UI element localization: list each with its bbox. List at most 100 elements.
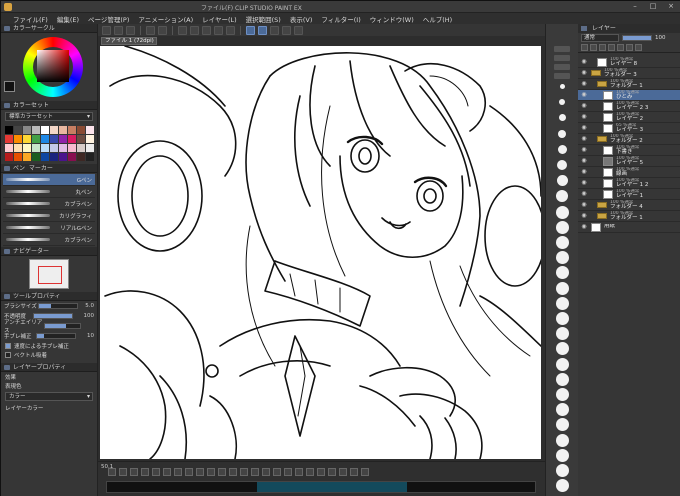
subtool-tab-pen[interactable]: ペン (13, 165, 25, 172)
eraser-tool-icon[interactable] (152, 468, 160, 476)
visibility-eye-icon[interactable]: ◉ (580, 58, 588, 66)
property-checkbox-row[interactable]: ベクトル吸着 (1, 350, 97, 359)
brush-size-preset[interactable] (555, 312, 569, 325)
color-swatch[interactable] (50, 126, 58, 134)
airbrush-tool-icon[interactable] (141, 468, 149, 476)
brush-size-preset[interactable] (555, 388, 569, 401)
layer-row[interactable]: ◉ 100 %通常 レイヤー 8 (578, 57, 680, 68)
brush-size-preset[interactable] (555, 205, 569, 219)
brush-size-preset[interactable] (558, 129, 566, 138)
layer-row[interactable]: ◉ 100 %通常 フォルダー 1 (578, 211, 680, 222)
color-swatch[interactable] (5, 153, 13, 161)
ruler-layer-icon[interactable] (626, 44, 633, 51)
color-swatch[interactable] (59, 135, 67, 143)
blend-tool-icon[interactable] (328, 468, 336, 476)
layer-row[interactable]: ◉ 100 %通常 レイヤー 1 2 (578, 178, 680, 189)
document-tab[interactable]: ファイル 1 (72dpi) (101, 37, 157, 45)
color-swatch[interactable] (68, 144, 76, 152)
menu-item[interactable]: 表示(V) (290, 14, 313, 24)
color-swatch[interactable] (77, 153, 85, 161)
visibility-eye-icon[interactable]: ◉ (580, 157, 588, 165)
balloon-tool-icon[interactable] (295, 468, 303, 476)
expression-color-select[interactable]: カラー (5, 392, 93, 401)
color-swatch[interactable] (41, 135, 49, 143)
menu-item[interactable]: 編集(E) (57, 14, 79, 24)
color-swatch[interactable] (41, 153, 49, 161)
property-checkbox-row[interactable]: 速度による手ブレ補正 (1, 341, 97, 350)
brush-size-preset[interactable] (555, 448, 569, 462)
layer-panel-header[interactable]: レイヤー (578, 24, 680, 33)
save-icon[interactable] (126, 25, 135, 35)
new-file-icon[interactable] (102, 25, 111, 35)
snap-special-icon[interactable] (294, 25, 303, 35)
brush-size-preset[interactable] (556, 190, 568, 203)
visibility-eye-icon[interactable]: ◉ (580, 91, 588, 99)
menu-item[interactable]: フィルター(I) (321, 14, 360, 24)
layer-row[interactable]: ◉ 100 %通常 レイヤー 5 (578, 156, 680, 167)
property-slider[interactable] (38, 303, 79, 309)
navigator-thumbnail[interactable] (29, 259, 69, 289)
visibility-eye-icon[interactable]: ◉ (580, 135, 588, 143)
color-swatch[interactable] (14, 153, 22, 161)
figure-tool-icon[interactable] (306, 468, 314, 476)
layer-row[interactable]: ◉ 100 %通常 レイヤー 2 (578, 112, 680, 123)
pencil-tool-icon[interactable] (119, 468, 127, 476)
checkbox[interactable] (5, 342, 11, 349)
color-swatch[interactable] (5, 144, 13, 152)
brush-size-preset[interactable] (555, 342, 569, 356)
layer-row[interactable]: ◉ 用紙 (578, 222, 680, 233)
zoom-tool-icon[interactable] (229, 468, 237, 476)
ruler-tool-icon[interactable] (273, 468, 281, 476)
saturation-value-square[interactable] (37, 50, 69, 82)
color-swatch[interactable] (14, 135, 22, 143)
color-swatch[interactable] (23, 135, 31, 143)
snap-grid-icon[interactable] (270, 25, 279, 35)
color-swatch[interactable] (86, 153, 94, 161)
color-swatch[interactable] (32, 144, 40, 152)
brush-size-preset[interactable] (555, 236, 569, 249)
color-swatch[interactable] (77, 126, 85, 134)
strip-button[interactable] (554, 64, 570, 70)
text-tool-icon[interactable] (185, 468, 193, 476)
visibility-eye-icon[interactable]: ◉ (580, 102, 588, 110)
brush-size-preset[interactable] (555, 433, 569, 447)
layer-row[interactable]: ◉ 100 %通常 レイヤー 2 3 (578, 101, 680, 112)
brush-item[interactable]: Gペン (3, 174, 95, 186)
color-swatch[interactable] (32, 126, 40, 134)
3d-tool-icon[interactable] (350, 468, 358, 476)
clear-icon[interactable] (178, 25, 187, 35)
strip-button[interactable] (554, 55, 570, 61)
brush-item[interactable]: カブラペン (3, 198, 95, 210)
undo-icon[interactable] (146, 25, 155, 35)
color-swatch[interactable] (50, 144, 58, 152)
color-swatch[interactable] (32, 135, 40, 143)
visibility-eye-icon[interactable]: ◉ (580, 190, 588, 198)
color-swatch[interactable] (41, 144, 49, 152)
brush-item[interactable]: 丸ペン (3, 186, 95, 198)
brush-size-preset[interactable] (555, 220, 569, 234)
layer-row[interactable]: ◉ 100 %通常 フォルダー 3 (578, 68, 680, 79)
brush-size-preset[interactable] (555, 418, 569, 432)
color-swatch[interactable] (23, 153, 31, 161)
brush-size-preset[interactable] (555, 403, 569, 417)
color-swatch[interactable] (86, 126, 94, 134)
layer-row[interactable]: ◉ 100 %通常 フォルダー 2 (578, 134, 680, 145)
minimize-icon[interactable]: – (627, 2, 643, 11)
color-swatch[interactable] (5, 126, 13, 134)
tool-property-header[interactable]: ツールプロパティ (1, 292, 97, 301)
brush-size-preset[interactable] (555, 327, 569, 341)
invert-selection-icon[interactable] (226, 25, 235, 35)
clip-lower-icon[interactable] (581, 44, 588, 51)
brush-size-preset[interactable] (555, 266, 569, 280)
visibility-eye-icon[interactable]: ◉ (580, 168, 588, 176)
correct-line-icon[interactable] (317, 468, 325, 476)
subtool-tab-marker[interactable]: マーカー (29, 165, 53, 172)
strip-button[interactable] (554, 73, 570, 79)
hand-tool-icon[interactable] (240, 468, 248, 476)
strip-button[interactable] (554, 46, 570, 52)
decoration-tool-icon[interactable] (339, 468, 347, 476)
reference-layer-icon[interactable] (590, 44, 597, 51)
close-icon[interactable]: × (663, 2, 679, 11)
lock-layer-icon[interactable] (608, 44, 615, 51)
color-swatch[interactable] (68, 135, 76, 143)
